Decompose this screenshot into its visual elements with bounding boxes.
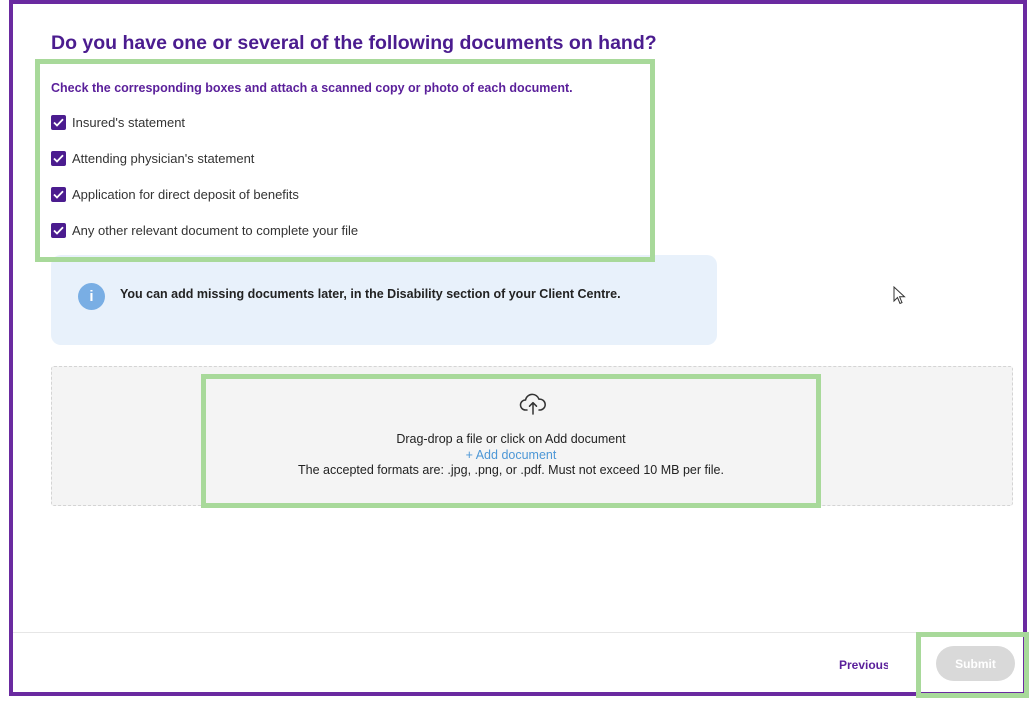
previous-button[interactable]: Previous <box>839 657 888 673</box>
highlight-upload <box>201 374 821 508</box>
mouse-cursor-icon <box>893 286 906 305</box>
info-notice: i You can add missing documents later, i… <box>51 255 717 345</box>
highlight-submit <box>916 632 1029 698</box>
info-text: You can add missing documents later, in … <box>120 287 621 301</box>
footer-divider <box>13 632 1023 633</box>
page-title: Do you have one or several of the follow… <box>51 32 657 54</box>
highlight-checkboxes <box>35 59 655 262</box>
info-icon: i <box>78 283 105 310</box>
